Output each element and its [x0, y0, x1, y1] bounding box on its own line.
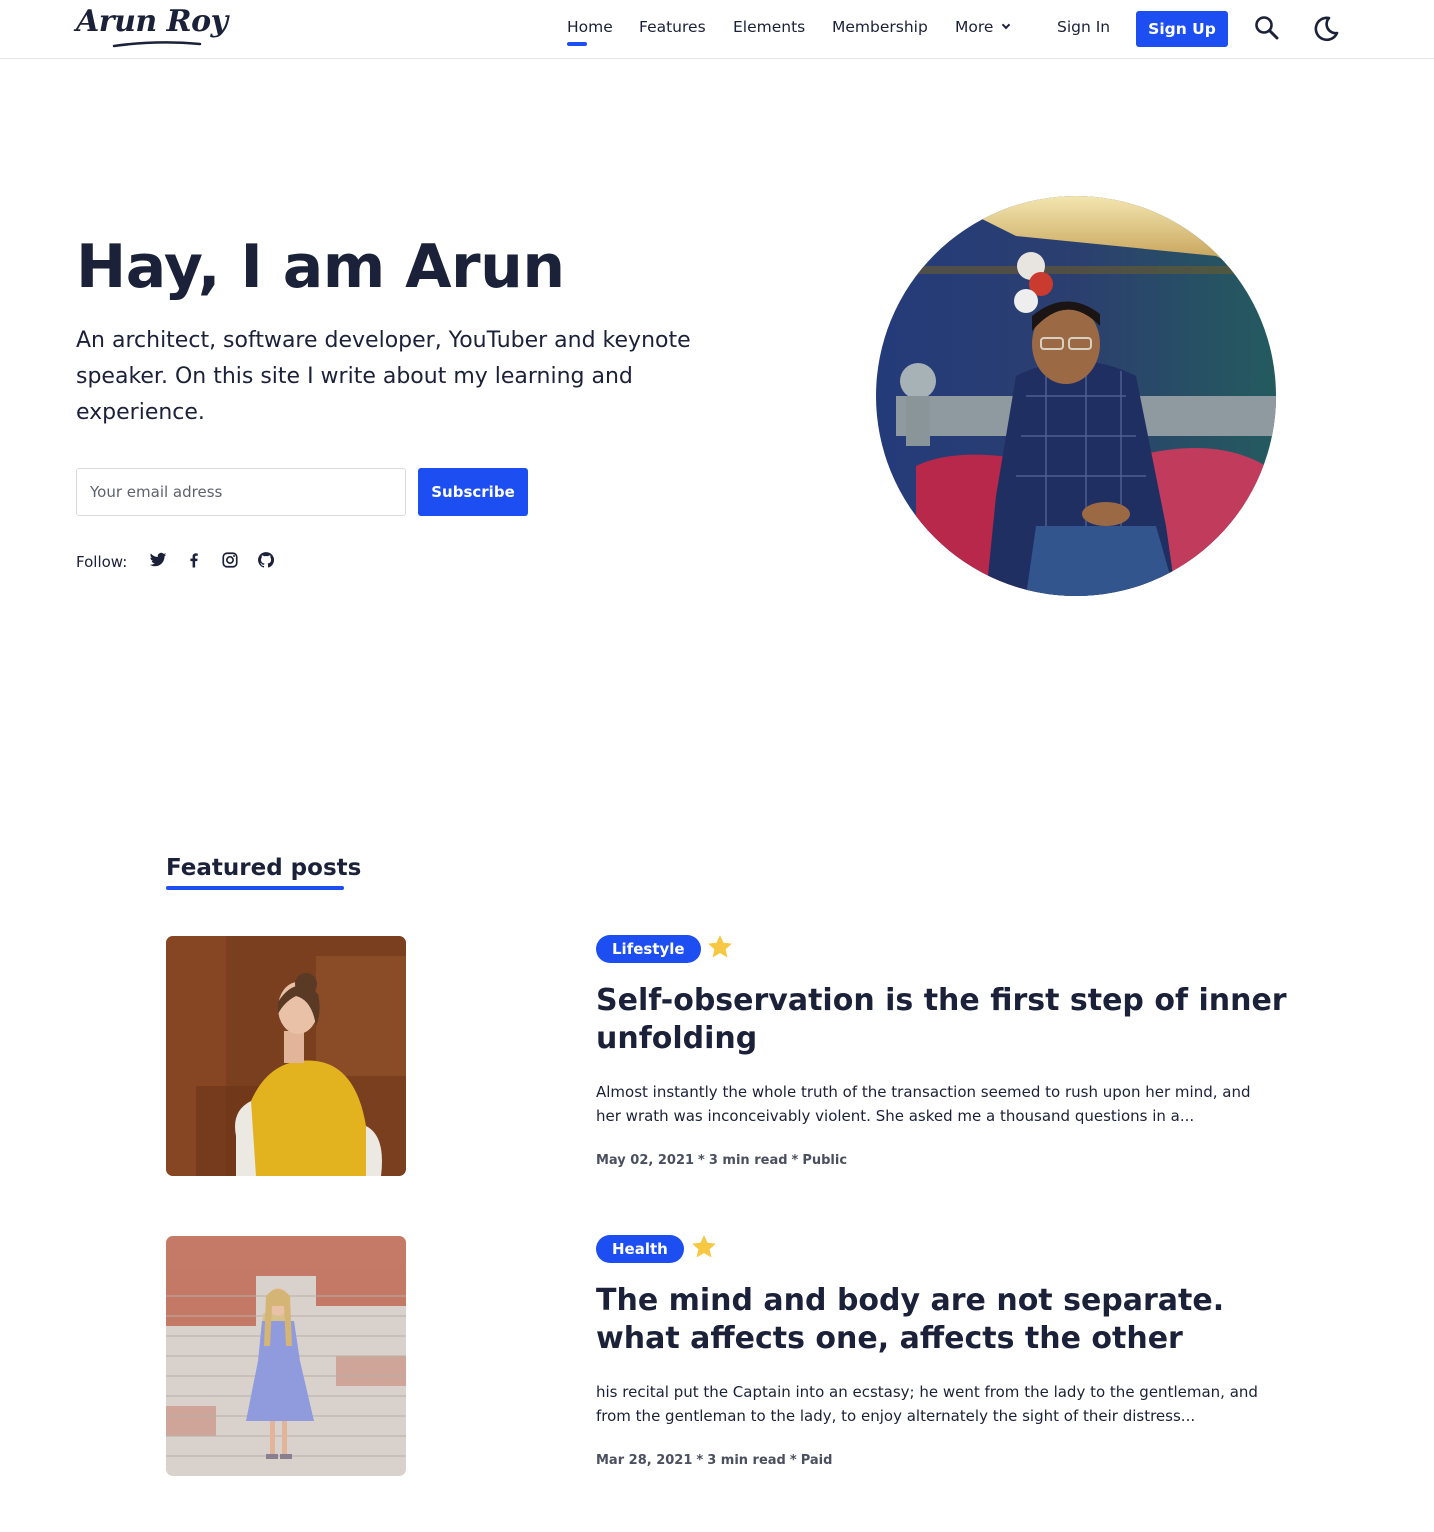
post-title[interactable]: Self-observation is the first step of in…: [596, 982, 1296, 1058]
post-excerpt: his recital put the Captain into an ecst…: [596, 1383, 1258, 1425]
post-category-tag[interactable]: Health: [596, 1235, 684, 1263]
profile-photo: [876, 196, 1276, 596]
subscribe-button[interactable]: Subscribe: [418, 468, 528, 516]
nav-home[interactable]: Home: [567, 18, 613, 46]
nav-features[interactable]: Features: [639, 18, 706, 36]
post-title[interactable]: The mind and body are not separate. what…: [596, 1282, 1296, 1358]
sign-up-button[interactable]: Sign Up: [1136, 11, 1228, 47]
nav-membership[interactable]: Membership: [832, 18, 928, 36]
logo-swoosh: [112, 41, 202, 48]
post-category-tag[interactable]: Lifestyle: [596, 935, 701, 963]
post-access: Public: [802, 1153, 848, 1168]
post-meta: Mar 28, 2021 * 3 min read * Paid: [596, 1453, 833, 1468]
chevron-down-icon: [1002, 20, 1011, 30]
featured-heading-underline: [166, 886, 344, 890]
site-header: Arun Roy Home Features Elements Membersh…: [0, 0, 1434, 59]
featured-star-icon: [692, 1235, 716, 1258]
featured-posts-heading: Featured posts: [166, 855, 362, 881]
email-input[interactable]: [76, 468, 406, 516]
instagram-icon[interactable]: [221, 551, 239, 569]
post-read-time: 3 min read: [708, 1153, 788, 1168]
post-read-time: 3 min read: [707, 1453, 786, 1468]
follow-label: Follow:: [76, 553, 128, 571]
sign-in-link[interactable]: Sign In: [1057, 18, 1110, 36]
site-logo[interactable]: Arun Roy: [76, 4, 228, 39]
hero-description: An architect, software developer, YouTub…: [76, 328, 691, 425]
nav-more-dropdown[interactable]: More: [955, 18, 1011, 36]
twitter-icon[interactable]: [149, 551, 167, 569]
post-excerpt: Almost instantly the whole truth of the …: [596, 1083, 1251, 1125]
hero-title: Hay, I am Arun: [76, 232, 565, 302]
nav-elements[interactable]: Elements: [733, 18, 805, 36]
post-date: May 02, 2021: [596, 1153, 695, 1168]
nav-more-label: More: [955, 18, 994, 36]
post-thumbnail[interactable]: [166, 936, 406, 1176]
post-thumbnail[interactable]: [166, 1236, 406, 1476]
github-icon[interactable]: [257, 551, 275, 569]
post-meta: May 02, 2021 * 3 min read * Public: [596, 1153, 848, 1168]
search-icon[interactable]: [1254, 15, 1280, 41]
featured-star-icon: [708, 935, 732, 958]
dark-mode-moon-icon[interactable]: [1312, 15, 1340, 43]
post-access: Paid: [800, 1453, 833, 1468]
facebook-icon[interactable]: [185, 551, 203, 569]
post-date: Mar 28, 2021: [596, 1453, 693, 1468]
